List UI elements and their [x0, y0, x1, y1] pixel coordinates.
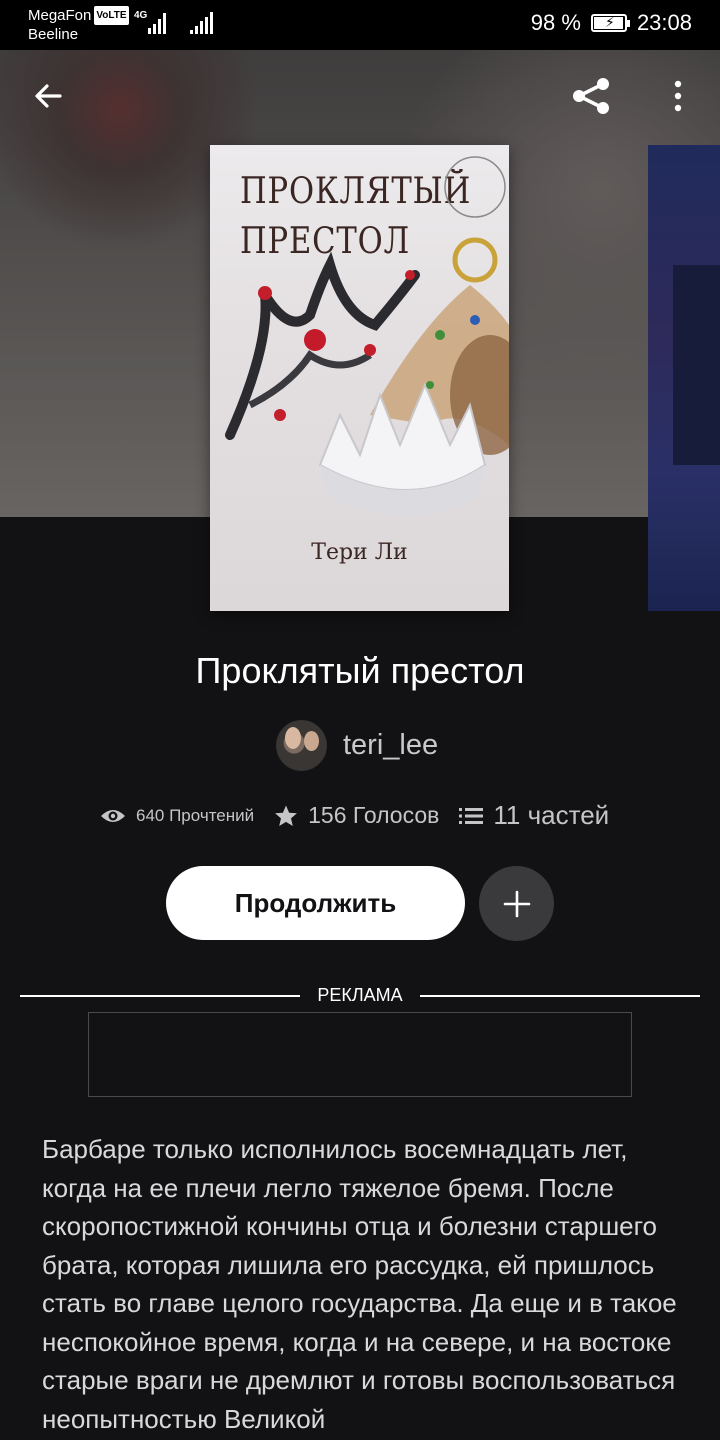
reads-count: 640 Прочтений: [136, 805, 255, 825]
author-link[interactable]: teri_lee: [276, 720, 438, 771]
author-avatar[interactable]: [276, 720, 327, 771]
battery-percent: 98 %: [530, 10, 581, 35]
share-icon: [573, 78, 609, 114]
back-button[interactable]: [24, 72, 72, 120]
network-type: 4G: [134, 10, 148, 21]
plus-icon: [503, 890, 530, 917]
more-options-button[interactable]: [654, 72, 702, 120]
story-title: Проклятый престол: [195, 650, 525, 691]
carrier-info: MegaFon VoLTE Beeline: [28, 6, 129, 44]
more-vertical-icon: [674, 80, 682, 112]
story-description: Барбаре только исполнилось восемнадцать …: [42, 1134, 677, 1434]
cover-author: Тери Ли: [311, 540, 408, 565]
clock: 23:08: [636, 10, 692, 35]
volte-badge: VoLTE: [94, 6, 129, 25]
carrier-name-2: Beeline: [28, 26, 79, 43]
parts-count: 11 частей: [493, 800, 610, 830]
status-right: 98 % ⚡ 23:08: [531, 10, 692, 36]
story-stats: 640 Прочтений 156 Голосов 11 частей: [100, 800, 609, 831]
next-book-cover[interactable]: [648, 145, 720, 611]
share-button[interactable]: [567, 72, 615, 120]
ad-banner[interactable]: [88, 1012, 632, 1097]
ad-divider: РЕКЛАМА: [20, 983, 700, 1007]
parts-stat: 11 частей: [459, 800, 609, 831]
book-cover[interactable]: ПРОКЛЯТЫЙ ПРЕСТОЛ Тери Ли: [210, 145, 509, 611]
battery-icon: ⚡: [590, 14, 630, 32]
reads-stat: 640 Прочтений: [100, 806, 254, 826]
signal-icon-1: [148, 12, 170, 34]
carrier-name-1: MegaFon: [28, 7, 92, 24]
signal-icon-2: [190, 12, 214, 34]
star-icon: [275, 805, 298, 826]
votes-stat: 156 Голосов: [274, 802, 439, 829]
add-to-library-button[interactable]: [479, 866, 554, 941]
list-icon: [459, 807, 484, 824]
votes-count: 156 Голосов: [308, 802, 440, 828]
divider-line-right: [420, 995, 700, 997]
arrow-left-icon: [35, 84, 62, 108]
continue-reading-button[interactable]: Продолжить: [166, 866, 465, 940]
author-name[interactable]: teri_lee: [343, 729, 438, 762]
eye-icon: [101, 809, 125, 822]
status-bar: MegaFon VoLTE Beeline 4G 98 % ⚡ 23:08: [0, 0, 720, 50]
